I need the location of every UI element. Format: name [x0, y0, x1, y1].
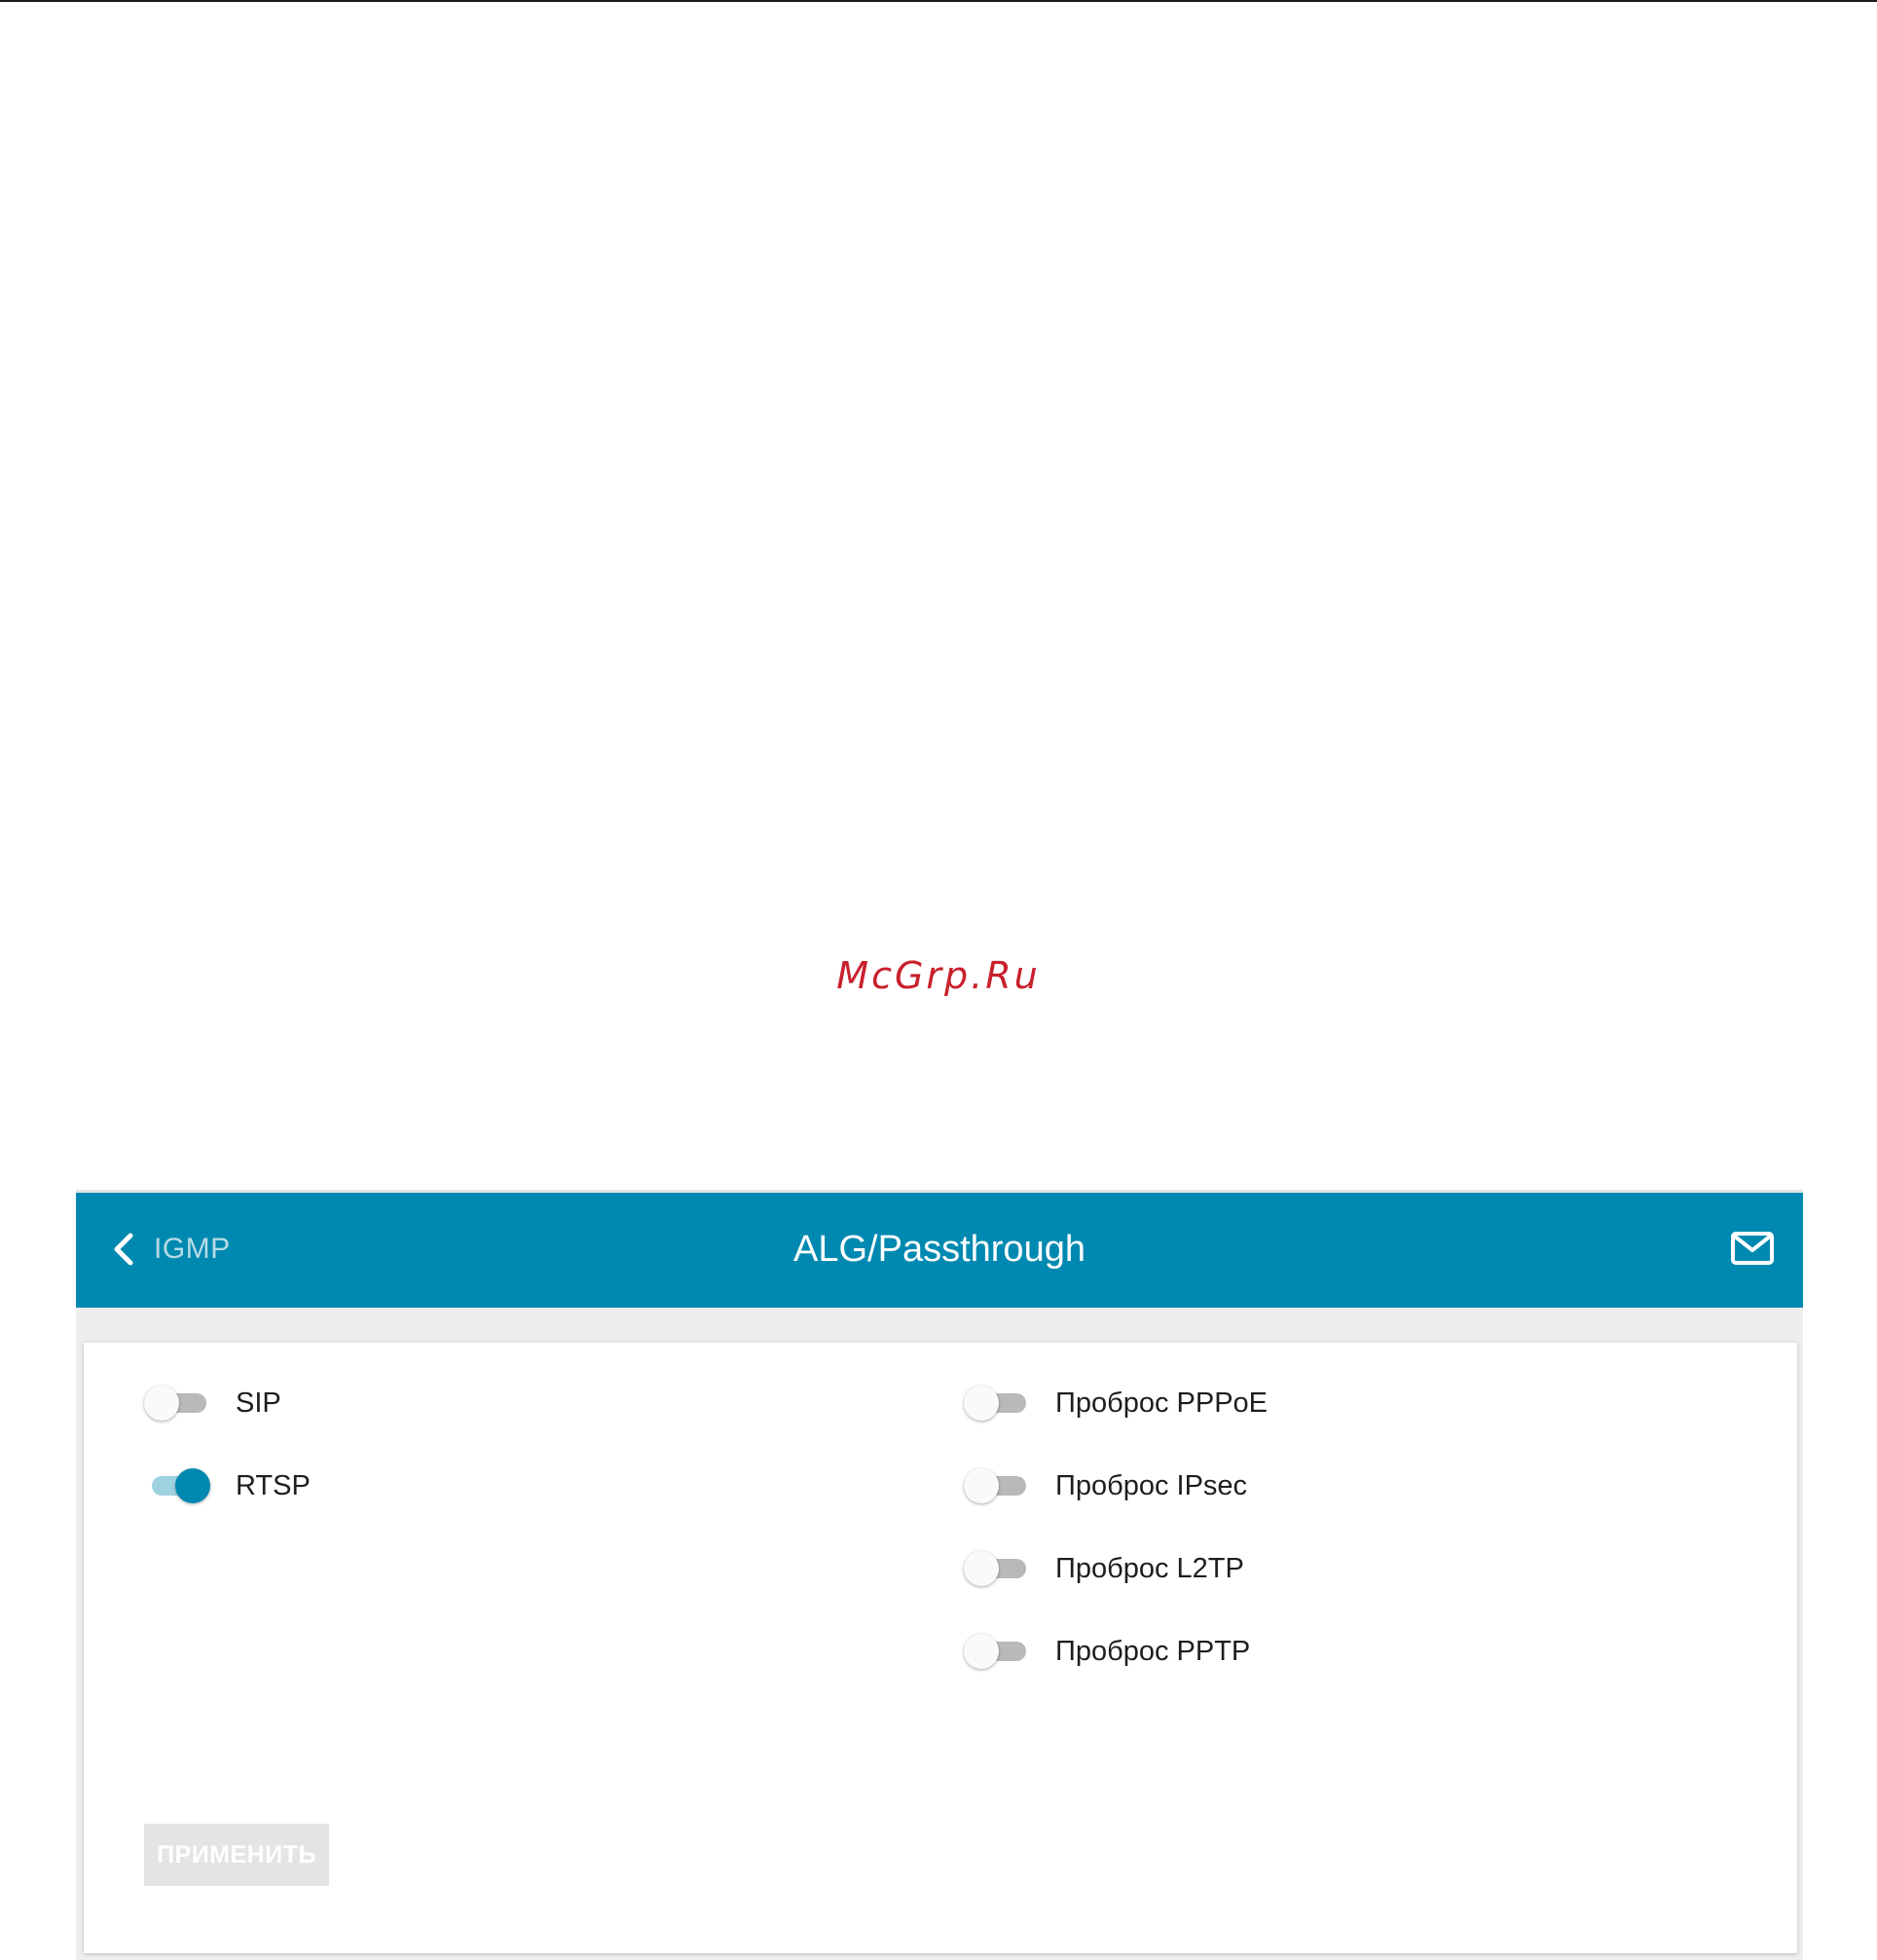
toggle-knob [964, 1468, 999, 1503]
toggle-switch[interactable] [964, 1549, 1030, 1588]
toggle-label: RTSP [236, 1469, 311, 1501]
toggle-switch[interactable] [964, 1466, 1030, 1505]
toggle-column-left: SIP RTSP [144, 1384, 311, 1549]
envelope-icon[interactable] [1729, 1228, 1776, 1269]
toggle-column-right: Проброс PPPoE Проброс IPsec Проброс L2TP [964, 1384, 1268, 1715]
toggle-row-sip[interactable]: SIP [144, 1384, 311, 1423]
toggle-row-ipsec[interactable]: Проброс IPsec [964, 1466, 1268, 1505]
toggle-switch[interactable] [144, 1466, 210, 1505]
page-title: ALG/Passthrough [793, 1229, 1086, 1270]
toggle-knob [964, 1551, 999, 1586]
document-page: McGrp.Ru IGMP ALG/Passthrough SIP RTSP П… [0, 0, 1877, 1960]
toggle-switch[interactable] [964, 1632, 1030, 1671]
toggle-switch[interactable] [144, 1384, 210, 1423]
toggle-knob [144, 1386, 179, 1421]
settings-card: SIP RTSP Проброс PPPoE Проброс IPsec Про… [84, 1343, 1797, 1953]
toggle-row-rtsp[interactable]: RTSP [144, 1466, 311, 1505]
apply-button[interactable]: ПРИМЕНИТЬ [144, 1824, 329, 1886]
header-bar: IGMP ALG/Passthrough [76, 1193, 1803, 1308]
toggle-label: Проброс IPsec [1055, 1469, 1248, 1501]
toggle-row-l2tp[interactable]: Проброс L2TP [964, 1549, 1268, 1588]
toggle-switch[interactable] [964, 1384, 1030, 1423]
toggle-knob [175, 1468, 210, 1503]
toggle-row-pppoe[interactable]: Проброс PPPoE [964, 1384, 1268, 1423]
app-frame: IGMP ALG/Passthrough SIP RTSP Проброс PP… [76, 1190, 1803, 1960]
toggle-row-pptp[interactable]: Проброс PPTP [964, 1632, 1268, 1671]
toggle-knob [964, 1386, 999, 1421]
top-rule [0, 0, 1877, 2]
toggle-label: SIP [236, 1387, 281, 1419]
toggle-knob [964, 1634, 999, 1669]
watermark: McGrp.Ru [836, 954, 1041, 997]
toggle-label: Проброс PPTP [1055, 1635, 1251, 1667]
toggle-label: Проброс L2TP [1055, 1552, 1244, 1584]
toggle-label: Проброс PPPoE [1055, 1387, 1269, 1419]
